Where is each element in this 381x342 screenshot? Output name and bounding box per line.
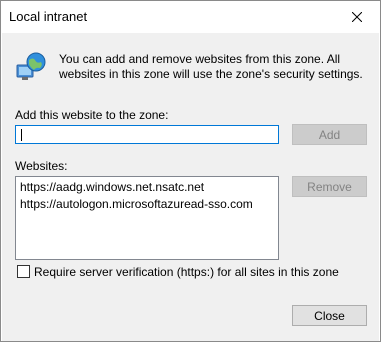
dialog-window: Local intranet You can add and remove we… [0, 0, 381, 342]
list-item[interactable]: https://autologon.microsoftazuread-sso.c… [20, 197, 253, 211]
websites-label: Websites: [15, 159, 68, 173]
globe-computer-icon [15, 51, 47, 83]
website-input[interactable] [15, 125, 279, 144]
remove-button[interactable]: Remove [292, 176, 367, 197]
close-button[interactable]: Close [292, 305, 367, 326]
close-icon[interactable] [334, 1, 380, 33]
intro-text: You can add and remove websites from thi… [59, 52, 363, 81]
list-item[interactable]: https://aadg.windows.net.nsatc.net [20, 180, 204, 194]
title-bar: Local intranet [1, 1, 380, 33]
require-https-label: Require server verification (https:) for… [34, 265, 339, 279]
window-title: Local intranet [9, 9, 88, 24]
text-caret [21, 129, 22, 141]
dialog-body: You can add and remove websites from thi… [2, 33, 379, 341]
add-button[interactable]: Add [292, 124, 367, 145]
websites-list[interactable]: https://aadg.windows.net.nsatc.net https… [15, 176, 279, 260]
require-https-checkbox[interactable] [17, 265, 30, 278]
add-website-label: Add this website to the zone: [15, 108, 169, 122]
